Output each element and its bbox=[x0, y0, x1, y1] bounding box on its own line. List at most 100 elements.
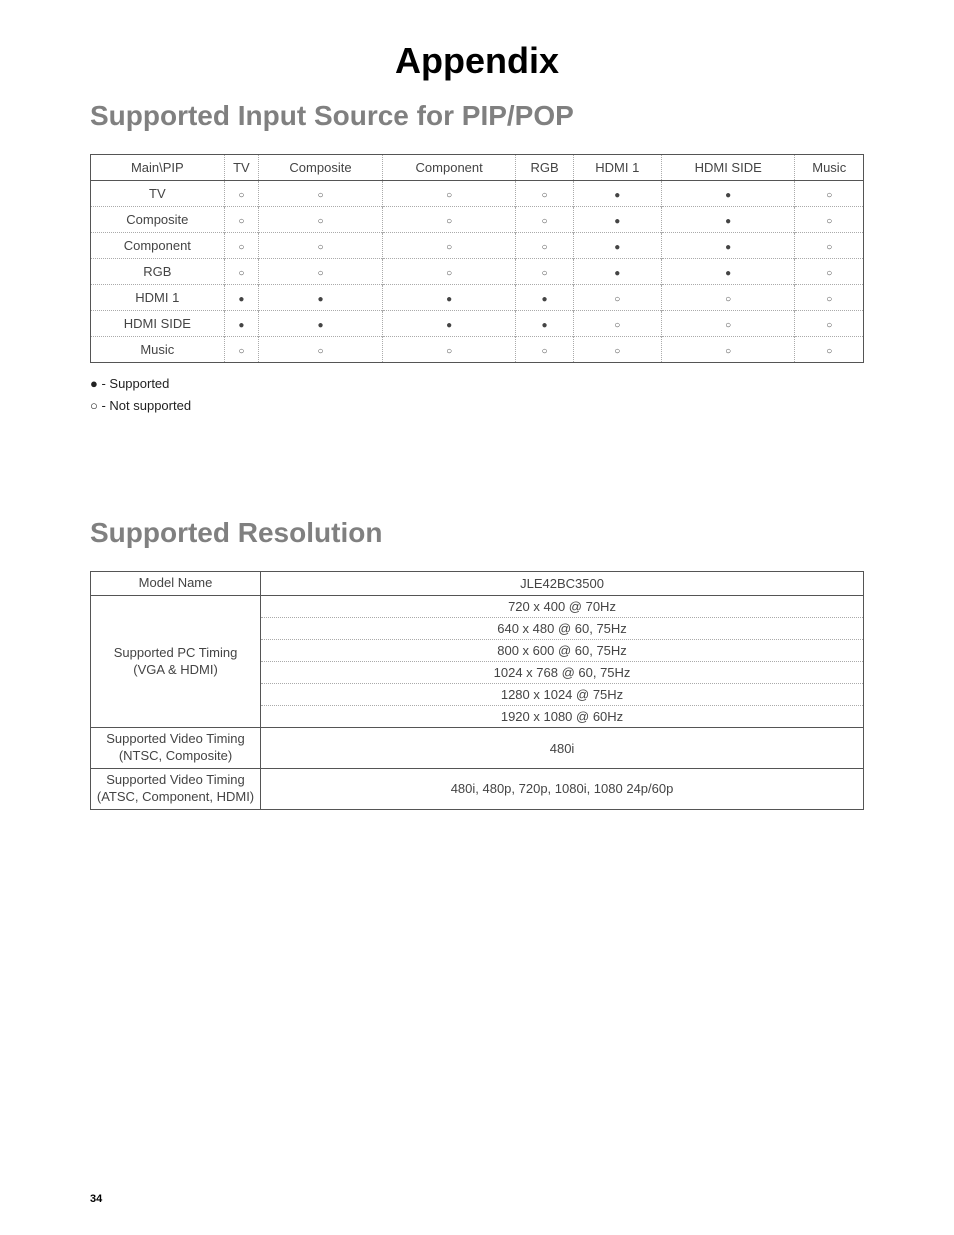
empty-circle-icon: ○ bbox=[238, 242, 244, 253]
filled-circle-icon: ● bbox=[725, 216, 731, 227]
support-cell: ● bbox=[573, 181, 661, 207]
legend-not-supported: ○ - Not supported bbox=[90, 395, 864, 417]
filled-circle-icon: ● bbox=[238, 294, 244, 305]
table-row: HDMI 1●●●●○○○ bbox=[91, 285, 864, 311]
support-cell: ● bbox=[661, 233, 795, 259]
filled-circle-icon: ● bbox=[614, 190, 620, 201]
pip-header-hdmi1: HDMI 1 bbox=[573, 155, 661, 181]
support-cell: ○ bbox=[259, 337, 383, 363]
pip-header-music: Music bbox=[795, 155, 864, 181]
support-cell: ● bbox=[224, 285, 259, 311]
filled-circle-icon: ● bbox=[725, 190, 731, 201]
row-label: Music bbox=[91, 337, 225, 363]
support-cell: ● bbox=[573, 207, 661, 233]
resolution-value: 480i bbox=[261, 728, 864, 769]
empty-circle-icon: ○ bbox=[826, 190, 832, 201]
res-header-right: JLE42BC3500 bbox=[261, 572, 864, 596]
support-cell: ○ bbox=[382, 337, 516, 363]
support-cell: ○ bbox=[382, 233, 516, 259]
legend-supported: ● - Supported bbox=[90, 373, 864, 395]
empty-circle-icon: ○ bbox=[542, 242, 548, 253]
support-cell: ● bbox=[259, 285, 383, 311]
row-label: HDMI SIDE bbox=[91, 311, 225, 337]
pip-header-row: Main\PIP TV Composite Component RGB HDMI… bbox=[91, 155, 864, 181]
support-cell: ● bbox=[516, 285, 573, 311]
filled-circle-icon: ● bbox=[317, 294, 323, 305]
empty-circle-icon: ○ bbox=[542, 216, 548, 227]
res-header-row: Model Name JLE42BC3500 bbox=[91, 572, 864, 596]
support-cell: ○ bbox=[382, 207, 516, 233]
pip-header-rgb: RGB bbox=[516, 155, 573, 181]
support-cell: ○ bbox=[573, 285, 661, 311]
filled-circle-icon: ● bbox=[446, 320, 452, 331]
empty-circle-icon: ○ bbox=[317, 190, 323, 201]
support-cell: ● bbox=[661, 259, 795, 285]
pip-header-hdmiside: HDMI SIDE bbox=[661, 155, 795, 181]
empty-circle-icon: ○ bbox=[614, 320, 620, 331]
support-cell: ○ bbox=[516, 181, 573, 207]
support-cell: ● bbox=[224, 311, 259, 337]
support-cell: ○ bbox=[516, 337, 573, 363]
support-cell: ● bbox=[661, 181, 795, 207]
empty-circle-icon: ○ bbox=[614, 294, 620, 305]
pip-header-component: Component bbox=[382, 155, 516, 181]
support-cell: ○ bbox=[573, 337, 661, 363]
support-cell: ○ bbox=[795, 285, 864, 311]
group-label: Supported Video Timing(NTSC, Composite) bbox=[91, 728, 261, 769]
support-cell: ● bbox=[661, 207, 795, 233]
table-row: Supported Video Timing(ATSC, Component, … bbox=[91, 768, 864, 809]
support-cell: ○ bbox=[224, 259, 259, 285]
support-cell: ○ bbox=[259, 233, 383, 259]
support-cell: ○ bbox=[795, 259, 864, 285]
table-row: RGB○○○○●●○ bbox=[91, 259, 864, 285]
empty-circle-icon: ○ bbox=[317, 242, 323, 253]
empty-circle-icon: ○ bbox=[614, 346, 620, 357]
support-cell: ● bbox=[573, 259, 661, 285]
row-label: RGB bbox=[91, 259, 225, 285]
support-cell: ● bbox=[259, 311, 383, 337]
empty-circle-icon: ○ bbox=[238, 190, 244, 201]
empty-circle-icon: ○ bbox=[826, 346, 832, 357]
filled-circle-icon: ● bbox=[317, 320, 323, 331]
empty-circle-icon: ○ bbox=[826, 320, 832, 331]
filled-circle-icon: ● bbox=[542, 294, 548, 305]
support-cell: ○ bbox=[382, 259, 516, 285]
support-cell: ○ bbox=[224, 181, 259, 207]
res-header-left: Model Name bbox=[91, 572, 261, 596]
empty-circle-icon: ○ bbox=[826, 242, 832, 253]
filled-circle-icon: ● bbox=[446, 294, 452, 305]
empty-circle-icon: ○ bbox=[446, 346, 452, 357]
support-cell: ○ bbox=[795, 207, 864, 233]
support-cell: ○ bbox=[795, 181, 864, 207]
resolution-value: 1920 x 1080 @ 60Hz bbox=[261, 706, 864, 728]
support-cell: ○ bbox=[516, 207, 573, 233]
filled-circle-icon: ● bbox=[614, 268, 620, 279]
pip-table: Main\PIP TV Composite Component RGB HDMI… bbox=[90, 154, 864, 363]
empty-circle-icon: ○ bbox=[238, 216, 244, 227]
section-heading-pip: Supported Input Source for PIP/POP bbox=[90, 100, 864, 132]
empty-circle-icon: ○ bbox=[725, 346, 731, 357]
filled-circle-icon: ● bbox=[725, 268, 731, 279]
pip-header-tv: TV bbox=[224, 155, 259, 181]
empty-circle-icon: ○ bbox=[238, 346, 244, 357]
resolution-value: 1024 x 768 @ 60, 75Hz bbox=[261, 662, 864, 684]
support-cell: ● bbox=[382, 285, 516, 311]
support-cell: ● bbox=[516, 311, 573, 337]
empty-circle-icon: ○ bbox=[542, 346, 548, 357]
support-cell: ○ bbox=[259, 181, 383, 207]
table-row: HDMI SIDE●●●●○○○ bbox=[91, 311, 864, 337]
row-label: TV bbox=[91, 181, 225, 207]
filled-circle-icon: ● bbox=[614, 216, 620, 227]
empty-circle-icon: ○ bbox=[317, 216, 323, 227]
row-label: Composite bbox=[91, 207, 225, 233]
support-cell: ○ bbox=[382, 181, 516, 207]
support-cell: ● bbox=[382, 311, 516, 337]
resolution-value: 640 x 480 @ 60, 75Hz bbox=[261, 618, 864, 640]
page-number: 34 bbox=[90, 1193, 102, 1205]
support-cell: ○ bbox=[224, 207, 259, 233]
table-row: Supported PC Timing(VGA & HDMI)720 x 400… bbox=[91, 596, 864, 618]
empty-circle-icon: ○ bbox=[238, 268, 244, 279]
filled-circle-icon: ● bbox=[238, 320, 244, 331]
row-label: HDMI 1 bbox=[91, 285, 225, 311]
empty-circle-icon: ○ bbox=[542, 268, 548, 279]
